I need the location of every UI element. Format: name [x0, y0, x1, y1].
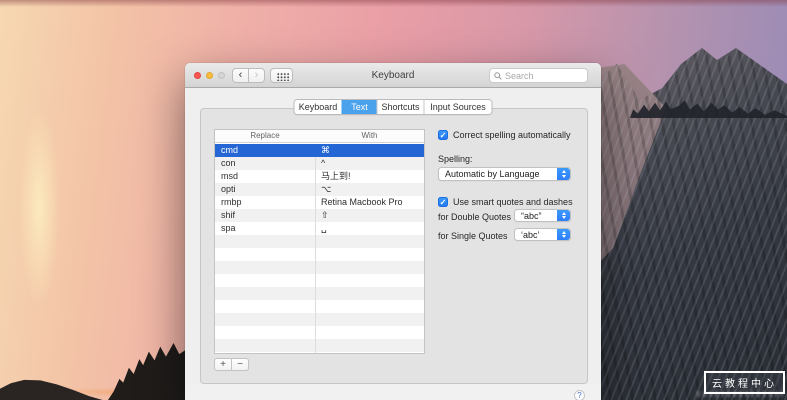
table-row-con[interactable]: con^: [215, 157, 424, 170]
wallpaper-cliff: [598, 0, 787, 400]
single-quotes-label: for Single Quotes: [438, 231, 508, 241]
search-field[interactable]: [489, 68, 588, 83]
stepper-arrows-icon: [557, 229, 570, 240]
table-body[interactable]: cmd⌘con^msd马上到!opti⌥rmbpRetina Macbook P…: [215, 144, 424, 353]
table-row-cmd[interactable]: cmd⌘: [215, 144, 424, 157]
chevron-right-icon: ›: [255, 69, 259, 81]
double-quotes-label: for Double Quotes: [438, 212, 511, 222]
tab-bar: KeyboardTextShortcutsInput Sources: [294, 99, 493, 115]
cell-replace: shif: [215, 209, 315, 222]
table-row-spa[interactable]: spa␣: [215, 222, 424, 235]
content-panel: Replace With cmd⌘con^msd马上到!opti⌥rmbpRet…: [200, 108, 588, 384]
titlebar[interactable]: Keyboard ‹ ›: [185, 63, 601, 88]
tab-input-sources[interactable]: Input Sources: [424, 100, 492, 114]
checkmark-icon: ✓: [440, 131, 447, 140]
checkmark-icon: ✓: [440, 198, 447, 207]
search-input[interactable]: [505, 71, 581, 81]
cell-with: Retina Macbook Pro: [315, 196, 424, 209]
cell-with: ^: [315, 157, 424, 170]
single-quotes-value: ‘abc’: [515, 230, 557, 240]
cell-replace: spa: [215, 222, 315, 235]
window-footer: [185, 385, 601, 400]
cell-replace: con: [215, 157, 315, 170]
cliff-texture: [598, 0, 787, 400]
back-button[interactable]: ‹: [232, 68, 249, 83]
smart-quotes-row: ✓ Use smart quotes and dashes: [438, 197, 573, 207]
chevron-left-icon: ‹: [239, 69, 243, 81]
table-row-shif[interactable]: shif⇧: [215, 209, 424, 222]
stepper-arrows-icon: [557, 210, 570, 221]
cell-replace: opti: [215, 183, 315, 196]
spelling-dropdown[interactable]: Automatic by Language: [438, 167, 571, 181]
show-all-button[interactable]: [270, 68, 293, 83]
cell-replace: cmd: [215, 144, 315, 157]
tab-keyboard[interactable]: Keyboard: [295, 100, 342, 114]
search-icon: [494, 72, 502, 80]
double-quotes-dropdown[interactable]: “abc”: [514, 209, 571, 222]
table-header: Replace With: [215, 130, 424, 143]
correct-spelling-label: Correct spelling automatically: [453, 130, 571, 140]
forward-button[interactable]: ›: [248, 68, 265, 83]
cell-with: ⇧: [315, 209, 424, 222]
cell-with: ⌘: [315, 144, 424, 157]
table-row-msd[interactable]: msd马上到!: [215, 170, 424, 183]
spelling-dropdown-value: Automatic by Language: [439, 169, 557, 179]
smart-quotes-label: Use smart quotes and dashes: [453, 197, 573, 207]
desktop: 云教程中心 Keyboard ‹ › KeyboardTextShor: [0, 0, 787, 400]
smart-quotes-checkbox[interactable]: ✓: [438, 197, 448, 207]
correct-spelling-checkbox[interactable]: ✓: [438, 130, 448, 140]
text-replacement-table[interactable]: Replace With cmd⌘con^msd马上到!opti⌥rmbpRet…: [214, 129, 425, 354]
add-replacement-button[interactable]: +: [214, 358, 232, 371]
help-button[interactable]: ?: [574, 390, 585, 400]
cell-replace: msd: [215, 170, 315, 183]
column-header-replace[interactable]: Replace: [215, 130, 315, 142]
column-header-with[interactable]: With: [315, 130, 424, 142]
remove-replacement-button[interactable]: −: [231, 358, 249, 371]
correct-spelling-row: ✓ Correct spelling automatically: [438, 130, 571, 140]
spelling-label: Spelling:: [438, 154, 473, 164]
single-quotes-dropdown[interactable]: ‘abc’: [514, 228, 571, 241]
cell-with: ␣: [315, 222, 424, 235]
stepper-arrows-icon: [557, 168, 570, 180]
cell-with: ⌥: [315, 183, 424, 196]
grid-icon: [276, 72, 289, 81]
tab-text[interactable]: Text: [342, 100, 377, 114]
add-remove-group: + −: [214, 358, 249, 371]
double-quotes-value: “abc”: [515, 211, 557, 221]
cell-replace: rmbp: [215, 196, 315, 209]
keyboard-preferences-window: Keyboard ‹ › KeyboardTextShortcutsInput …: [185, 63, 601, 400]
table-row-opti[interactable]: opti⌥: [215, 183, 424, 196]
watermark-caption-blur: [697, 391, 783, 397]
table-row-rmbp[interactable]: rmbpRetina Macbook Pro: [215, 196, 424, 209]
tab-shortcuts[interactable]: Shortcuts: [377, 100, 424, 114]
cell-with: 马上到!: [315, 170, 424, 183]
